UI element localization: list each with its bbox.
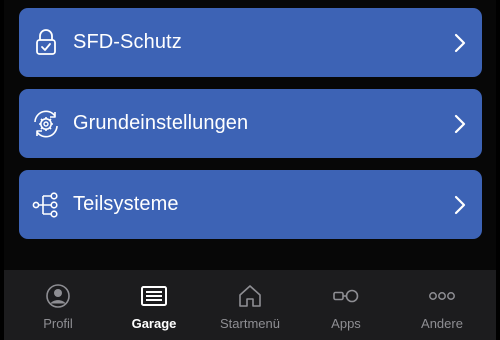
menu-item-label: Teilsysteme — [73, 193, 179, 215]
menu-item-label: SFD-Schutz — [73, 31, 182, 53]
tree-icon — [31, 190, 61, 220]
screen: SFD-Schutz Grundeinstellungen Teilsystem… — [0, 0, 500, 340]
tab-label: Garage — [131, 316, 177, 331]
menu-item-teilsysteme[interactable]: Teilsysteme — [19, 170, 482, 239]
chevron-right-icon — [452, 113, 468, 135]
menu-item-label: Grundeinstellungen — [73, 112, 249, 134]
chevron-right-icon — [452, 194, 468, 216]
tab-startmenu[interactable]: Startmenü — [207, 270, 293, 340]
chevron-right-icon — [452, 32, 468, 54]
lock-icon — [31, 28, 61, 58]
menu-list: SFD-Schutz Grundeinstellungen Teilsystem… — [4, 0, 496, 270]
garage-icon — [139, 282, 169, 310]
tab-bar: Profil Garage Startmenü Apps Andere — [4, 270, 496, 340]
tab-label: Profil — [43, 316, 73, 331]
tab-label: Startmenü — [220, 316, 280, 331]
settings-cycle-icon — [31, 109, 61, 139]
tab-profil[interactable]: Profil — [15, 270, 101, 340]
tab-andere[interactable]: Andere — [399, 270, 485, 340]
more-icon — [427, 282, 457, 310]
home-icon — [235, 282, 265, 310]
menu-item-sfd-schutz[interactable]: SFD-Schutz — [19, 8, 482, 77]
tab-apps[interactable]: Apps — [303, 270, 389, 340]
tab-garage[interactable]: Garage — [111, 270, 197, 340]
tab-label: Apps — [331, 316, 361, 331]
profile-icon — [43, 282, 73, 310]
menu-item-grundeinstellungen[interactable]: Grundeinstellungen — [19, 89, 482, 158]
tab-label: Andere — [421, 316, 463, 331]
apps-icon — [331, 282, 361, 310]
